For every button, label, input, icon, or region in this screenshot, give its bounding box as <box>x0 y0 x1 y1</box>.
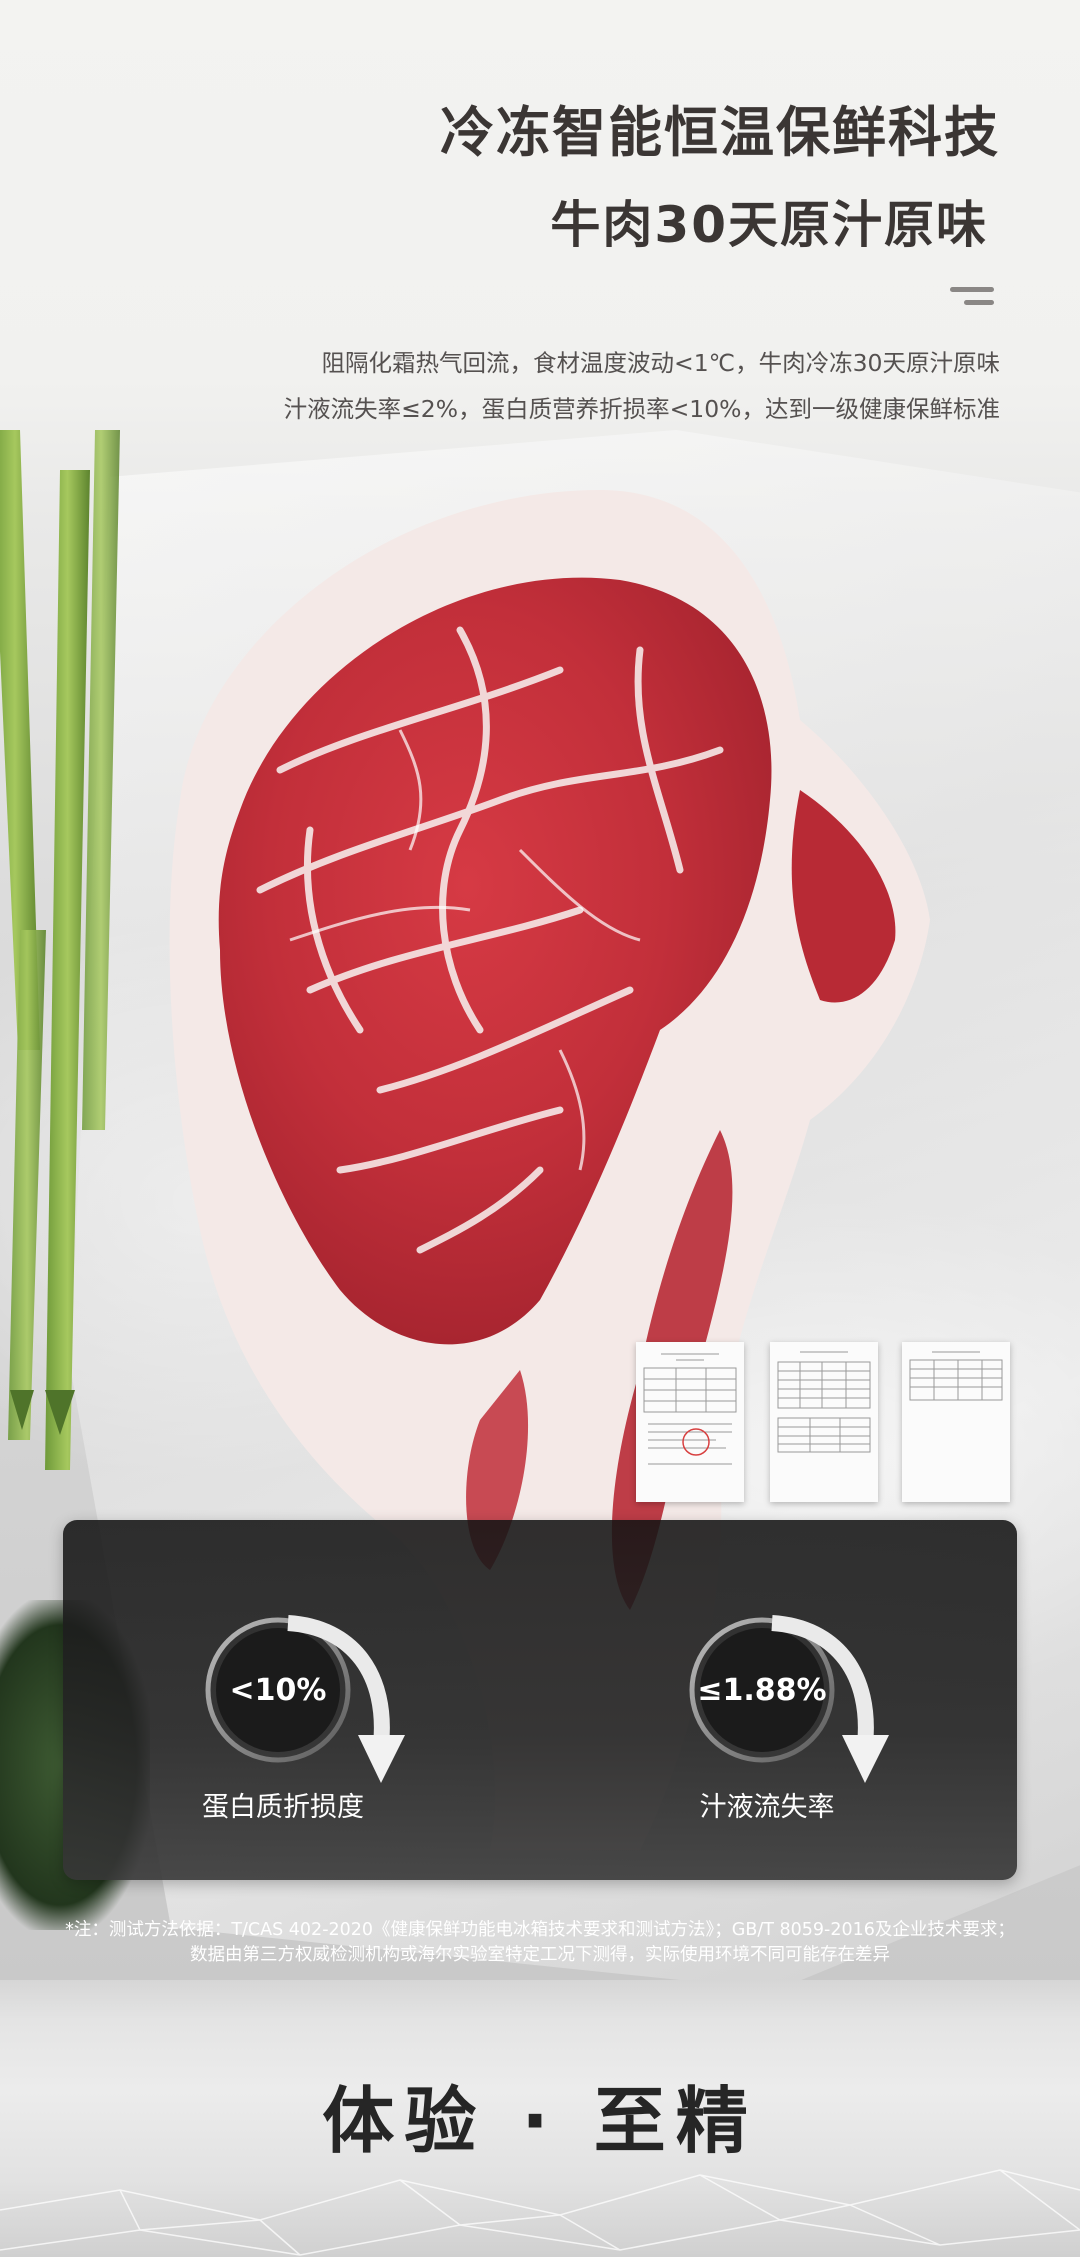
description-line: 汁液流失率≤2%，蛋白质营养折损率<10%，达到一级健康保鲜标准 <box>283 395 1000 423</box>
test-report-thumbnail <box>636 1342 744 1502</box>
footnote-line: *注：测试方法依据：T/CAS 402-2020《健康保鲜功能电冰箱技术要求和测… <box>65 1920 1015 1940</box>
subheadline: 牛肉30天原汁原味 <box>550 196 988 254</box>
headline: 冷冻智能恒温保鲜科技 <box>440 101 1000 164</box>
description-line: 阻隔化霜热气回流，食材温度波动<1℃，牛肉冷冻30天原汁原味 <box>321 349 1000 377</box>
stat-value: <10% <box>229 1672 327 1708</box>
stat-label: 蛋白质折损度 <box>202 1792 364 1823</box>
stat-value: ≤1.88% <box>697 1672 827 1708</box>
stat-juice-loss: ≤1.88% 汁液流失率 <box>687 1615 947 1845</box>
stats-panel: <10% 蛋白质折损度 ≤1.88% 汁液流失率 <box>63 1520 1017 1880</box>
test-report-thumbnail <box>770 1342 878 1502</box>
stat-label: 汁液流失率 <box>699 1792 835 1823</box>
section-title: 体验 · 至精 <box>322 2079 758 2163</box>
decoration-lines-icon <box>950 285 994 309</box>
asparagus-image <box>0 430 120 1470</box>
description: 阻隔化霜热气回流，食材温度波动<1℃，牛肉冷冻30天原汁原味 汁液流失率≤2%，… <box>284 340 1000 432</box>
test-report-thumbnail <box>902 1342 1010 1502</box>
footnote: *注：测试方法依据：T/CAS 402-2020《健康保鲜功能电冰箱技术要求和测… <box>0 1918 1080 1968</box>
footnote-line: 数据由第三方权威检测机构或海尔实验室特定工况下测得，实际使用环境不同可能存在差异 <box>190 1945 890 1965</box>
stat-protein-loss: <10% 蛋白质折损度 <box>202 1615 463 1845</box>
